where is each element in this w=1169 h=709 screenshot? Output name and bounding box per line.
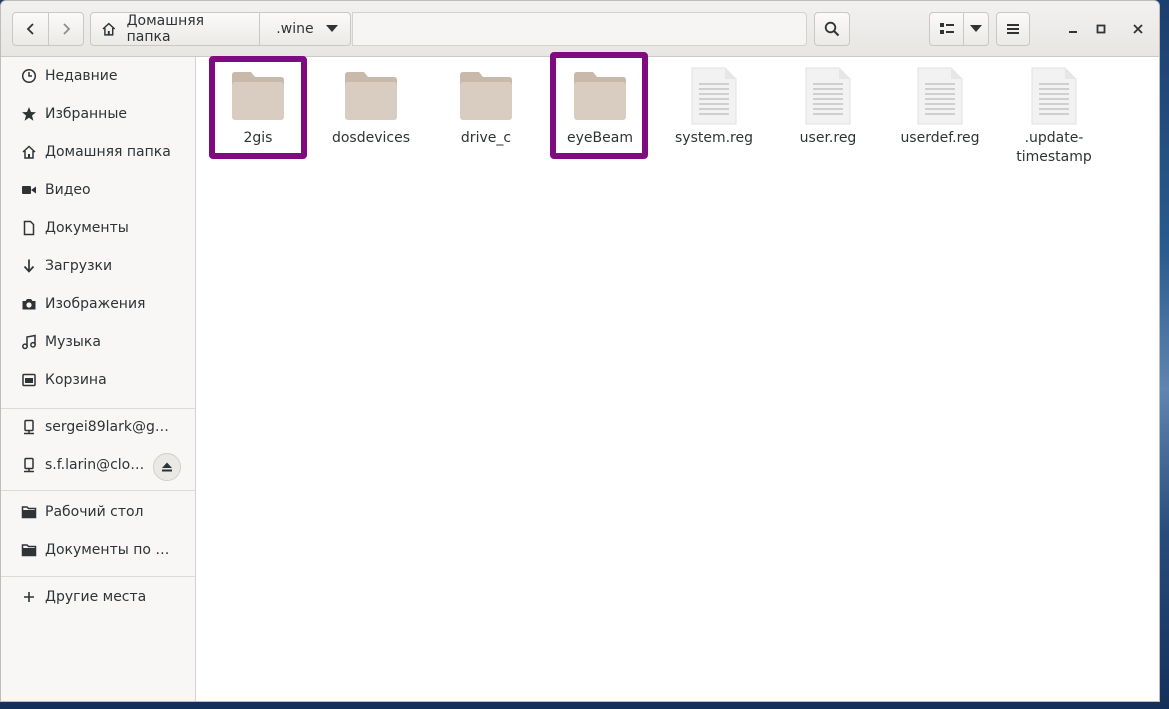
folder-icon	[21, 544, 37, 557]
sidebar-item-label: Рабочий стол	[45, 504, 144, 520]
desktop-background	[1160, 0, 1169, 709]
path-bar: Домашняя папка .wine	[90, 12, 351, 46]
sidebar-item-label: s.f.larin@clo…	[45, 457, 145, 473]
music-icon	[22, 334, 36, 350]
file-item-folder[interactable]: dosdevices	[321, 65, 421, 148]
file-manager-window: Домашняя папка .wine Недавние Избранные …	[0, 0, 1160, 702]
sidebar-item-label: Документы по ра…	[45, 542, 177, 558]
sidebar-item-label: Документы	[45, 220, 129, 236]
plus-icon	[24, 592, 34, 602]
sidebar-item-label: Корзина	[45, 372, 107, 388]
file-name-line: timestamp	[1016, 149, 1092, 165]
chevron-right-icon	[63, 23, 71, 35]
main-menu-button[interactable]	[996, 12, 1030, 46]
star-icon	[22, 107, 36, 121]
sidebar-item-starred[interactable]: Избранные	[1, 95, 195, 133]
home-icon	[22, 145, 36, 159]
forward-button[interactable]	[48, 12, 84, 46]
sidebar-separator	[1, 490, 195, 491]
sidebar-item-label: Загрузки	[45, 258, 113, 274]
chevron-left-icon	[26, 23, 34, 35]
header-bar: Домашняя папка .wine	[1, 1, 1159, 57]
folder-icon	[21, 506, 37, 519]
back-button[interactable]	[12, 12, 49, 46]
sidebar-item-label: Недавние	[45, 68, 118, 84]
text-file-icon	[1031, 67, 1077, 125]
file-name: drive_c	[460, 130, 512, 146]
sidebar-item-downloads[interactable]: Загрузки	[1, 247, 195, 285]
sidebar: Недавние Избранные Домашняя папка Видео …	[1, 57, 196, 701]
close-icon	[1133, 24, 1143, 34]
breadcrumb-home-label: Домашняя папка	[126, 13, 205, 45]
video-icon	[22, 186, 36, 194]
breadcrumb-current-label: .wine	[276, 21, 314, 37]
file-name: user.reg	[799, 130, 857, 146]
sidebar-item-network-drive-1[interactable]: sergei89lark@g…	[1, 408, 195, 446]
file-item-text[interactable]: user.reg	[778, 65, 878, 148]
sidebar-item-home[interactable]: Домашняя папка	[1, 133, 195, 171]
search-icon	[824, 21, 840, 37]
breadcrumb-current[interactable]: .wine	[260, 13, 350, 45]
location-area[interactable]	[352, 12, 807, 46]
sidebar-item-label: Видео	[45, 182, 91, 198]
home-icon	[102, 22, 116, 36]
file-name: dosdevices	[331, 130, 411, 146]
sidebar-item-pictures[interactable]: Изображения	[1, 285, 195, 323]
text-file-icon	[917, 67, 963, 125]
view-toggle-button[interactable]	[929, 12, 964, 46]
trash-icon	[22, 373, 36, 387]
sidebar-item-trash[interactable]: Корзина	[1, 361, 195, 399]
folder-icon	[345, 72, 397, 120]
eject-icon	[162, 462, 172, 472]
camera-icon	[22, 299, 36, 310]
list-view-icon	[939, 23, 954, 34]
sidebar-item-bookmark-desktop[interactable]: Рабочий стол	[1, 493, 195, 531]
file-name: system.reg	[674, 130, 753, 146]
dropdown-arrow-icon	[326, 25, 338, 32]
maximize-icon	[1096, 24, 1106, 34]
sidebar-separator	[1, 576, 195, 577]
download-icon	[23, 259, 35, 273]
file-name: .update-timestamp	[1004, 129, 1104, 167]
sidebar-item-label: sergei89lark@g…	[45, 419, 169, 435]
sidebar-item-label: Избранные	[45, 106, 127, 122]
sidebar-item-label: Домашняя папка	[45, 144, 171, 160]
sidebar-item-label: Другие места	[45, 589, 147, 605]
sidebar-item-recent[interactable]: Недавние	[1, 57, 195, 95]
annotation-highlight-eyebeam	[550, 52, 648, 159]
sidebar-item-network-drive-2[interactable]: s.f.larin@clo…	[1, 446, 195, 484]
sidebar-item-label: Музыка	[45, 334, 101, 350]
network-drive-icon	[24, 457, 34, 473]
folder-icon	[460, 72, 512, 120]
sidebar-item-documents[interactable]: Документы	[1, 209, 195, 247]
search-button[interactable]	[814, 12, 850, 46]
file-item-text[interactable]: .update-timestamp	[1004, 65, 1104, 167]
document-icon	[23, 220, 35, 236]
annotation-highlight-2gis	[209, 56, 307, 159]
sidebar-item-label: Изображения	[45, 296, 146, 312]
sidebar-item-music[interactable]: Музыка	[1, 323, 195, 361]
network-drive-icon	[24, 419, 34, 435]
file-item-text[interactable]: system.reg	[664, 65, 764, 148]
file-name: userdef.reg	[900, 130, 980, 146]
sidebar-item-other-locations[interactable]: Другие места	[1, 578, 195, 616]
breadcrumb-home[interactable]: Домашняя папка	[91, 13, 261, 45]
clock-icon	[21, 68, 37, 84]
maximize-button[interactable]	[1089, 17, 1113, 41]
minimize-icon	[1069, 31, 1077, 33]
minimize-button[interactable]	[1061, 17, 1085, 41]
close-button[interactable]	[1126, 17, 1150, 41]
eject-button[interactable]	[153, 453, 181, 481]
chevron-down-icon	[970, 25, 982, 32]
hamburger-menu-icon	[1007, 24, 1019, 34]
text-file-icon	[805, 67, 851, 125]
sidebar-item-videos[interactable]: Видео	[1, 171, 195, 209]
text-file-icon	[691, 67, 737, 125]
file-item-folder[interactable]: drive_c	[436, 65, 536, 148]
file-item-text[interactable]: userdef.reg	[890, 65, 990, 148]
file-name-line: .update-	[1024, 130, 1084, 146]
sidebar-item-bookmark-work-docs[interactable]: Документы по ра…	[1, 531, 195, 569]
file-grid: 2gis dosdevices drive_c eyeBeam system.r…	[196, 52, 1159, 701]
view-options-button[interactable]	[963, 12, 989, 46]
